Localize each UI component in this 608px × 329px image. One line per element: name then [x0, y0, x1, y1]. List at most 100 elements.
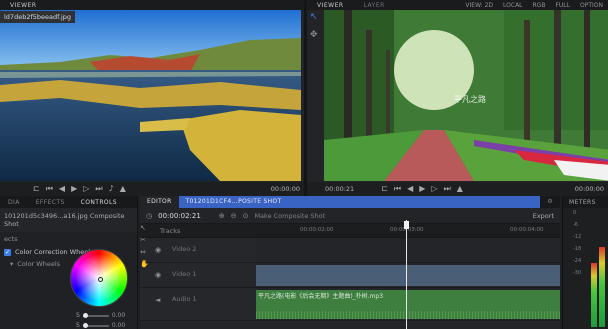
clock-icon: ◷ [146, 211, 153, 220]
viewer-left-timecode: 00:00:00 [270, 185, 300, 193]
prev-frame-icon[interactable]: ⏮ [391, 182, 404, 196]
editor-panel: EDITOR T01201D1CF4...POSITE SHOT ⚙ ◷ 00:… [140, 196, 560, 329]
editor-timecode[interactable]: 00:00:02:21 [158, 212, 201, 220]
meters-title: METERS [563, 196, 608, 208]
make-composite-button[interactable]: Make Composite Shot [254, 212, 325, 220]
clip-name-tag: ld7deb2f5beeadf.jpg [0, 11, 76, 23]
track-video-2[interactable]: ◉ Video 2 [140, 238, 560, 263]
transform-tool-icon[interactable]: ✥ [310, 30, 322, 40]
tab-controls[interactable]: CONTROLS [73, 199, 125, 206]
slider-2[interactable] [82, 322, 109, 328]
audio-waveform [256, 311, 560, 319]
audio-icon[interactable]: ♪ [106, 182, 117, 196]
audio-clip-label: 平凡之路(电影《后会无期》主题曲)_朴树.mp3 [258, 293, 384, 300]
next-frame-icon[interactable]: ⏭ [92, 182, 105, 196]
editor-toolbar: ◷ 00:00:02:21 ⊕ ⊖ ⊙ Make Composite Shot … [140, 208, 560, 224]
options-menu[interactable]: OPTION [575, 2, 608, 9]
prev-frame-icon[interactable]: ⏮ [43, 182, 56, 196]
slider-2-knob[interactable] [82, 322, 88, 328]
eye-icon[interactable]: ◉ [155, 271, 161, 279]
scale-tick: 0 [573, 210, 577, 216]
slip-tool-icon[interactable]: ⇔ [140, 248, 150, 256]
slider-1-knob[interactable] [82, 312, 88, 318]
slider-row-2: S 0.00 [76, 322, 125, 329]
step-back-icon[interactable]: ◀ [404, 182, 416, 196]
eye-icon[interactable]: ◉ [155, 246, 161, 254]
target-icon[interactable]: ⊙ [243, 212, 249, 220]
tab-composite-shot[interactable]: T01201D1CF4...POSITE SHOT [178, 196, 541, 208]
add-icon[interactable]: ⊕ [219, 212, 225, 220]
playhead[interactable] [406, 220, 407, 329]
wheel-handle[interactable] [98, 277, 103, 282]
viewer-left-transport: ⊏ ⏮ ◀ ▶ ▷ ⏭ ♪ ▲ 00:00:00 [0, 182, 304, 196]
viewer-left-tabs: VIEWER [0, 0, 304, 10]
tree-avenue-image: 平凡之路 [324, 10, 608, 181]
color-wheels-label: Color Wheels [17, 260, 61, 268]
tab-effects[interactable]: EFFECTS [28, 199, 73, 206]
slider-row-1: S 0.00 [76, 312, 125, 319]
composite-image-avenue: 平凡之路 [324, 10, 608, 181]
slider1-label: S [76, 312, 80, 319]
video-clip[interactable] [256, 265, 560, 286]
audio-clip[interactable]: 平凡之路(电影《后会无期》主题曲)_朴树.mp3 [256, 290, 560, 319]
meters-scale: 0 -6 -12 -18 -24 -30 [573, 210, 581, 276]
chevron-down-icon[interactable]: ▾ [10, 260, 13, 268]
track-video-1[interactable]: ◉ Video 1 [140, 263, 560, 288]
next-frame-icon[interactable]: ⏭ [441, 182, 454, 196]
controls-tabs: DIA EFFECTS CONTROLS [0, 196, 137, 208]
fullscreen-icon[interactable]: ▲ [117, 182, 129, 196]
timeline-ruler[interactable]: Tracks 00:00:02:00 00:00:03:00 00:00:04:… [140, 224, 560, 238]
ruler-tick: 00:00:02:00 [300, 227, 334, 233]
tab-media[interactable]: DIA [0, 199, 28, 206]
checkbox-icon[interactable]: ✓ [4, 248, 11, 256]
remove-icon[interactable]: ⊖ [231, 212, 237, 220]
step-forward-icon[interactable]: ▷ [80, 182, 92, 196]
select-tool-icon[interactable]: ↖ [310, 12, 322, 22]
settings-icon[interactable]: ⚙ [540, 196, 560, 208]
lake-landscape-image [0, 10, 301, 181]
tab-viewer-right[interactable]: VIEWER [307, 2, 354, 9]
track-header: ◉ Video 2 [140, 238, 256, 262]
view-mode-select[interactable]: VIEW: 2D [460, 2, 498, 9]
viewer-right-transport: 00:00:21 ⊏ ⏮ ◀ ▶ ▷ ⏭ ▲ 00:00:00 [307, 182, 608, 196]
track-name: Audio 1 [172, 295, 197, 303]
play-icon[interactable]: ▶ [68, 182, 80, 196]
fullscreen-icon[interactable]: ▲ [454, 182, 466, 196]
blade-tool-icon[interactable]: ✂ [140, 236, 150, 244]
bottom-workspace: DIA EFFECTS CONTROLS 101201d5c3496...a16… [0, 196, 608, 329]
slider-1[interactable] [82, 312, 109, 318]
step-back-icon[interactable]: ◀ [56, 182, 68, 196]
track-name: Video 2 [172, 245, 197, 253]
ruler-tick: 00:00:04:00 [510, 227, 544, 233]
speaker-icon[interactable]: ◄ [155, 296, 160, 304]
loop-icon[interactable]: ⊏ [30, 182, 43, 196]
space-select[interactable]: LOCAL [498, 2, 528, 9]
composite-shot-title: 101201d5c3496...a16.jpg Composite Shot [0, 208, 137, 232]
viewer-side-tools: ↖ ✥ [310, 12, 322, 40]
color-wheel-disc[interactable] [70, 249, 128, 307]
slider-1-value[interactable]: 0.00 [112, 312, 125, 319]
tab-layer[interactable]: LAYER [354, 2, 395, 9]
source-image-lake [0, 10, 301, 181]
slider-2-value[interactable]: 0.00 [112, 322, 125, 329]
step-forward-icon[interactable]: ▷ [428, 182, 440, 196]
tab-editor[interactable]: EDITOR [140, 196, 179, 208]
timeline-tools: ↖ ✂ ⇔ ✋ [140, 224, 150, 268]
export-button[interactable]: Export [533, 212, 554, 220]
track-header: ◄ Audio 1 [140, 288, 256, 320]
loop-icon[interactable]: ⊏ [378, 182, 391, 196]
channel-select[interactable]: RGB [528, 2, 551, 9]
color-wheel[interactable] [70, 249, 130, 309]
hand-tool-icon[interactable]: ✋ [140, 260, 150, 268]
editor-tabs: EDITOR T01201D1CF4...POSITE SHOT ⚙ [140, 196, 560, 208]
scale-tick: -18 [573, 246, 582, 252]
scale-tick: -24 [573, 258, 582, 264]
tracks-label: Tracks [160, 227, 181, 235]
tab-viewer[interactable]: VIEWER [0, 2, 47, 9]
zoom-select[interactable]: FULL [550, 2, 575, 9]
track-audio-1[interactable]: ◄ Audio 1 平凡之路(电影《后会无期》主题曲)_朴树.mp3 [140, 288, 560, 321]
viewer-left-panel: VIEWER ld7deb2f5beeadf.jpg ⊏ ⏮ ◀ ▶ ▷ ⏭ ♪… [0, 0, 304, 196]
watermark-text: 平凡之路 [454, 94, 486, 104]
play-icon[interactable]: ▶ [416, 182, 428, 196]
select-tool-icon[interactable]: ↖ [140, 224, 150, 232]
